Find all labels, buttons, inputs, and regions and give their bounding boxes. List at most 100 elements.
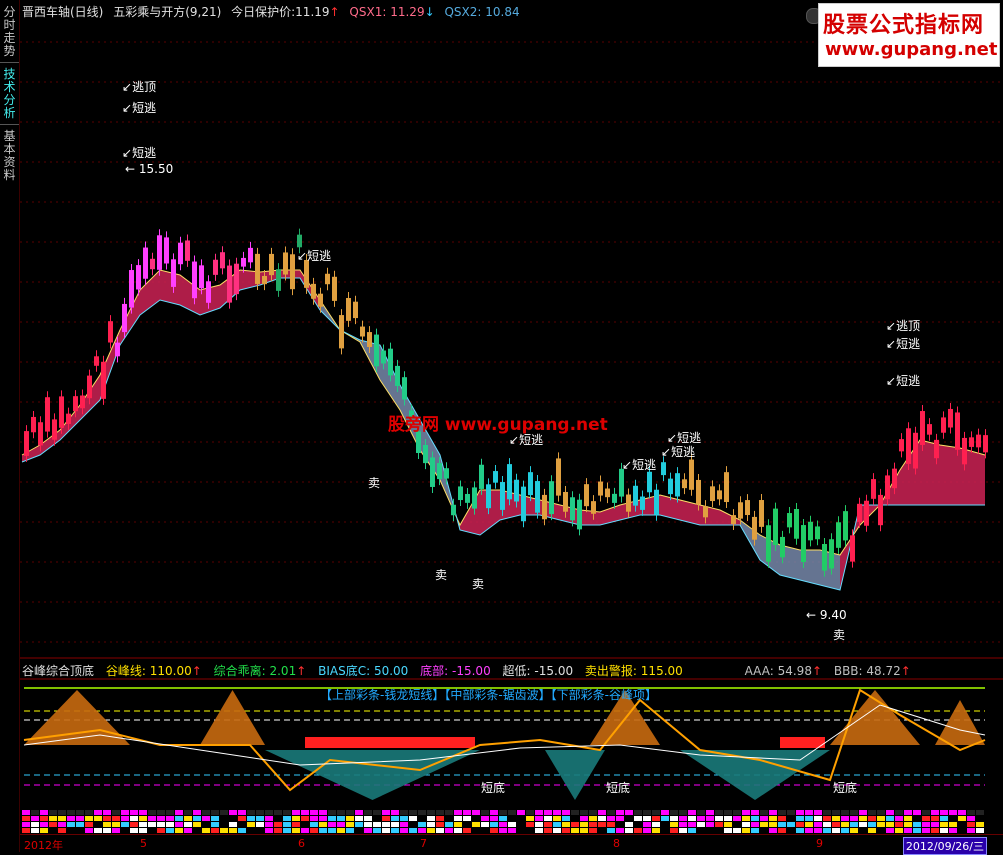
candle-body	[962, 437, 967, 465]
color-bar-cell	[211, 810, 219, 815]
signal-sell: 卖	[833, 628, 846, 642]
color-bar-cell	[544, 810, 552, 815]
color-bar-cell	[751, 816, 759, 821]
color-bar-cell	[976, 810, 984, 815]
color-bar-cell	[445, 816, 453, 821]
color-bar-cell	[265, 822, 273, 827]
color-bar-cell	[733, 828, 741, 833]
color-bar-cell	[724, 822, 732, 827]
candle-body	[150, 258, 155, 270]
color-bar-cell	[58, 816, 66, 821]
color-bar-cell	[904, 828, 912, 833]
candle-body	[262, 275, 267, 285]
color-bar-cell	[481, 822, 489, 827]
candle-body	[38, 422, 43, 446]
color-bar-cell	[382, 828, 390, 833]
candle-body	[171, 259, 176, 287]
color-bar-cell	[625, 828, 633, 833]
color-bar-cell	[607, 828, 615, 833]
candle-body	[73, 396, 78, 412]
current-date-box[interactable]: 2012/09/26/三	[902, 837, 987, 855]
color-bar-cell	[769, 828, 777, 833]
indicator-item: BIAS底C: 50.00	[318, 664, 409, 678]
color-bar-cell	[292, 810, 300, 815]
color-bar-cell	[67, 816, 75, 821]
color-bar-cell	[742, 828, 750, 833]
color-bar-cell	[625, 822, 633, 827]
color-bar-cell	[553, 822, 561, 827]
color-bar-cell	[832, 828, 840, 833]
candle-body	[108, 321, 113, 343]
color-bar-cell	[634, 810, 642, 815]
candle-body	[402, 377, 407, 400]
color-bar-cell	[508, 810, 516, 815]
color-bar-cell	[274, 822, 282, 827]
color-bar-cell	[139, 810, 147, 815]
color-bar-cell	[823, 810, 831, 815]
color-bar-cell	[31, 822, 39, 827]
color-bar-cell	[913, 828, 921, 833]
color-bar-cell	[967, 828, 975, 833]
color-bar-cell	[841, 810, 849, 815]
color-bar-cell	[931, 828, 939, 833]
color-bar-cell	[823, 816, 831, 821]
color-bar-cell	[238, 816, 246, 821]
color-bar-cell	[904, 816, 912, 821]
candle-body	[199, 265, 204, 289]
color-bar-cell	[94, 810, 102, 815]
color-bar-cell	[904, 810, 912, 815]
signal-sell: 卖	[435, 568, 448, 582]
candle-body	[899, 439, 904, 452]
candle-body	[717, 490, 722, 500]
candle-body	[913, 432, 918, 469]
candle-body	[920, 411, 925, 445]
color-bar-cell	[724, 816, 732, 821]
color-bar-cell	[400, 828, 408, 833]
indicator-area	[935, 700, 985, 745]
color-bar-cell	[274, 810, 282, 815]
color-bar-cell	[247, 816, 255, 821]
color-bar-cell	[373, 816, 381, 821]
candle-body	[339, 315, 344, 349]
color-bar-cell	[913, 816, 921, 821]
indicator-item: 卖出警报: 115.00	[584, 664, 683, 678]
color-bar-cell	[409, 810, 417, 815]
color-bar-cell	[760, 822, 768, 827]
color-bar-cell	[184, 816, 192, 821]
color-bar-cell	[436, 828, 444, 833]
color-bar-cell	[715, 822, 723, 827]
color-bar-cell	[337, 828, 345, 833]
color-bar-cell	[598, 822, 606, 827]
candle-body	[164, 237, 169, 264]
color-bar-cell	[256, 828, 264, 833]
color-bar-cell	[706, 828, 714, 833]
color-bar-cell	[355, 822, 363, 827]
color-bar-cell	[310, 810, 318, 815]
color-bar-cell	[562, 816, 570, 821]
candle-body	[822, 544, 827, 571]
candle-body	[283, 252, 288, 275]
color-bar-cell	[976, 822, 984, 827]
color-bar-cell	[517, 816, 525, 821]
signal-escape-top: ↙逃顶	[886, 319, 921, 333]
color-bar-cell	[22, 810, 30, 815]
color-bar-cell	[373, 822, 381, 827]
color-bar-cell	[661, 816, 669, 821]
color-bar-cell	[247, 828, 255, 833]
color-bar-cell	[877, 810, 885, 815]
color-bar-cell	[634, 816, 642, 821]
color-bar-cell	[571, 810, 579, 815]
color-bar-cell	[580, 828, 588, 833]
candle-body	[500, 482, 505, 510]
color-bar-cell	[229, 810, 237, 815]
color-bar-cell	[355, 828, 363, 833]
color-bar-cell	[148, 810, 156, 815]
color-bar-cell	[301, 822, 309, 827]
color-bar-cell	[238, 822, 246, 827]
color-bar-cell	[319, 816, 327, 821]
color-bar-cell	[535, 828, 543, 833]
color-bar-cell	[832, 810, 840, 815]
color-bar-cell	[562, 828, 570, 833]
color-bar-cell	[886, 810, 894, 815]
color-bar-cell	[400, 822, 408, 827]
